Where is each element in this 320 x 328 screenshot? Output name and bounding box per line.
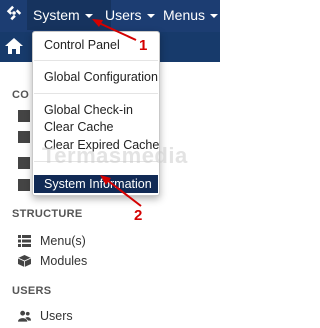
folder-icon[interactable] <box>18 157 30 169</box>
menu-divider <box>34 93 158 94</box>
sidebar-item-modules-label: Modules <box>40 254 88 268</box>
sidebar-heading-partial: CO <box>12 89 30 101</box>
system-dropdown-menu: Control Panel Global Configuration Globa… <box>32 31 160 196</box>
home-icon[interactable] <box>4 37 24 55</box>
sidebar-heading-users: USERS <box>12 285 52 297</box>
nav-menu-users[interactable]: Users <box>99 0 165 30</box>
users-icon <box>18 310 31 322</box>
cube-icon <box>18 255 31 267</box>
menu-item-system-information-label: System Information <box>44 177 152 191</box>
menu-item-clear-expired-cache[interactable]: Clear Expired Cache <box>44 137 159 153</box>
annotation-marker-1: 1 <box>139 37 148 54</box>
nav-menu-users-label: Users <box>105 7 142 23</box>
menu-divider <box>34 60 158 61</box>
caret-down-icon <box>146 14 155 19</box>
menu-divider <box>34 161 158 162</box>
top-navbar: System Users Menus <box>0 0 220 32</box>
caret-down-icon <box>84 14 93 19</box>
menu-item-global-configuration[interactable]: Global Configuration <box>44 69 158 85</box>
list-icon <box>18 235 31 247</box>
content-icon-2[interactable] <box>18 131 30 143</box>
joomla-logo-icon[interactable] <box>5 4 23 22</box>
annotation-marker-2: 2 <box>134 207 143 224</box>
menu-item-clear-cache[interactable]: Clear Cache <box>44 119 113 135</box>
nav-menu-menus-label: Menus <box>163 7 206 23</box>
menu-item-global-check-in[interactable]: Global Check-in <box>44 102 133 118</box>
menu-item-control-panel[interactable]: Control Panel <box>44 37 120 53</box>
nav-menu-system-label: System <box>33 7 80 23</box>
caret-down-icon <box>210 14 219 19</box>
sidebar-item-users-label: Users <box>40 309 73 323</box>
image-icon[interactable] <box>18 179 30 191</box>
menu-item-system-information[interactable]: System Information <box>34 175 158 193</box>
sidebar-item-menus-label: Menu(s) <box>40 234 86 248</box>
content-icon-1[interactable] <box>18 110 30 122</box>
sidebar-heading-structure: STRUCTURE <box>12 208 83 220</box>
nav-menu-menus[interactable]: Menus <box>157 0 232 30</box>
